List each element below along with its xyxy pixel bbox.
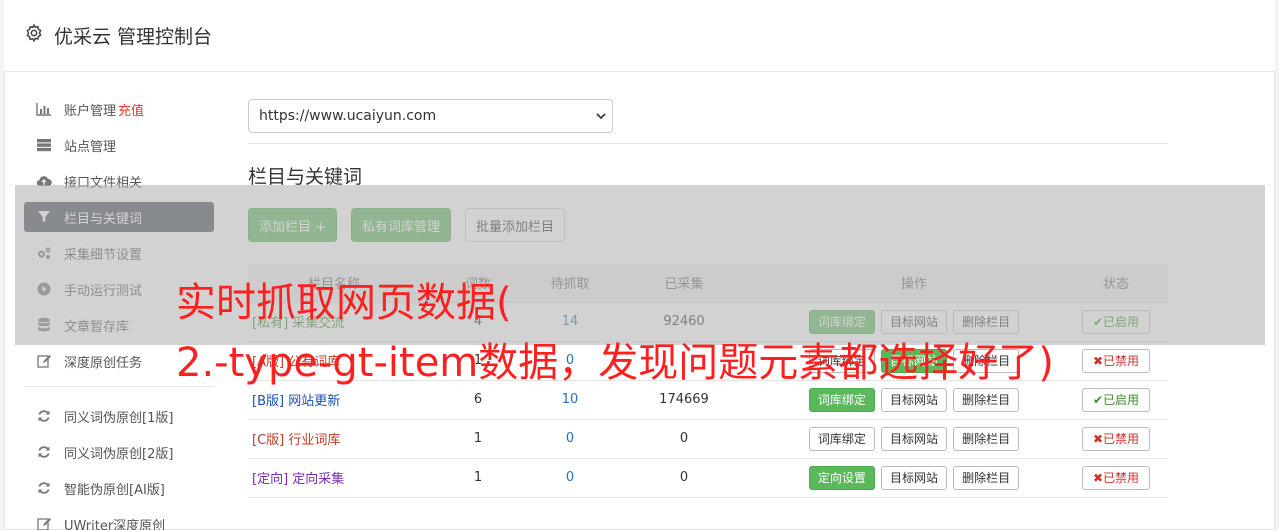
refresh-icon xyxy=(36,408,52,424)
column-header: 操作 xyxy=(764,264,1064,303)
operations-cell: 定向设置 目标网站 删除栏目 xyxy=(764,458,1064,498)
status-toggle[interactable]: ✖已禁用 xyxy=(1081,426,1151,451)
private-lexicon-button[interactable]: 私有词库管理 xyxy=(351,208,452,242)
target-site-button[interactable]: 目标网站 xyxy=(880,426,947,451)
column-name-cell[interactable]: [C版] 行业词库 xyxy=(248,419,420,459)
sidebar-item-label: 采集细节设置 xyxy=(64,247,143,263)
app-title: 优采云 管理控制台 xyxy=(54,26,213,48)
server-icon xyxy=(36,137,52,153)
edit-icon xyxy=(36,353,52,369)
refresh-icon xyxy=(36,480,52,496)
cogs-icon xyxy=(36,245,52,261)
target-site-button[interactable]: 目标网站 xyxy=(880,387,947,412)
sidebar-item-label: 站点管理 xyxy=(64,139,117,155)
sidebar-item-label: 深度原创任务 xyxy=(64,355,143,371)
top-header: 优采云 管理控制台 xyxy=(4,0,1275,72)
status-cell: ✔已启用 xyxy=(1064,380,1168,420)
collected-count: 0 xyxy=(604,419,764,459)
sidebar-item-ai-original[interactable]: 智能伪原创[AI版] xyxy=(24,473,214,503)
column-name: 网站更新 xyxy=(288,394,341,409)
refresh-icon xyxy=(36,444,52,460)
delete-column-button[interactable]: 删除栏目 xyxy=(953,387,1020,412)
play-circle-icon xyxy=(36,281,52,297)
sidebar-item-synonym-v2[interactable]: 同义词伪原创[2版] xyxy=(24,437,214,467)
bind-lexicon-button[interactable]: 词库绑定 xyxy=(808,426,875,451)
column-tag: [C版] xyxy=(252,433,285,448)
table-row: [定向] 定向采集 1 0 0 定向设置 目标网站 删除栏目 ✖已禁用 xyxy=(248,458,1168,498)
cloud-upload-icon xyxy=(36,173,52,189)
status-cell: ✖已禁用 xyxy=(1064,341,1168,381)
site-select-value: https://www.ucaiyun.com xyxy=(259,108,437,124)
status-cell: ✖已禁用 xyxy=(1064,458,1168,498)
sidebar-item-label: 同义词伪原创[2版] xyxy=(64,446,174,462)
sidebar-item-label: 手动运行测试 xyxy=(64,283,143,299)
column-name-cell[interactable]: [定向] 定向采集 xyxy=(248,458,420,498)
directional-settings-button[interactable]: 定向设置 xyxy=(808,465,875,490)
delete-column-button[interactable]: 删除栏目 xyxy=(953,426,1020,451)
sidebar-item-sites[interactable]: 站点管理 xyxy=(24,130,214,160)
bind-lexicon-button[interactable]: 词库绑定 xyxy=(808,387,875,412)
column-header: 已采集 xyxy=(604,264,764,303)
site-select[interactable]: https://www.ucaiyun.com xyxy=(248,99,613,133)
status-label: ✖已禁用 xyxy=(1092,470,1140,485)
sidebar-item-collect-settings[interactable]: 采集细节设置 xyxy=(24,238,214,268)
sidebar-item-uwriter[interactable]: UWriter深度原创 xyxy=(24,509,214,530)
column-header: 状态 xyxy=(1064,264,1168,303)
word-count: 1 xyxy=(420,419,536,459)
word-count: 1 xyxy=(420,458,536,498)
status-toggle[interactable]: ✔已启用 xyxy=(1081,309,1151,334)
status-label: ✖已禁用 xyxy=(1092,353,1140,368)
database-icon xyxy=(36,317,52,333)
sidebar-item-synonym-v1[interactable]: 同义词伪原创[1版] xyxy=(24,401,214,431)
divider xyxy=(248,143,1168,144)
table-row: [C版] 行业词库 1 0 0 词库绑定 目标网站 删除栏目 ✖已禁用 xyxy=(248,419,1168,459)
bar-chart-icon xyxy=(36,101,52,117)
watermark-caption-line1: 实时抓取网页数据( xyxy=(176,280,512,326)
sidebar-item-label: 同义词伪原创[1版] xyxy=(64,410,174,426)
pending-count[interactable]: 0 xyxy=(536,419,604,459)
status-toggle[interactable]: ✔已启用 xyxy=(1081,387,1151,412)
toolbar: 添加栏目 + 私有词库管理 批量添加栏目 xyxy=(248,208,566,242)
status-label: ✔已启用 xyxy=(1092,392,1140,407)
edit-icon xyxy=(36,516,52,530)
sidebar-item-label: 接口文件相关 xyxy=(64,175,143,191)
status-toggle[interactable]: ✖已禁用 xyxy=(1081,465,1151,490)
recharge-link[interactable]: 充值 xyxy=(118,100,144,119)
sidebar-item-interface[interactable]: 接口文件相关 xyxy=(24,166,214,196)
status-cell: ✔已启用 xyxy=(1064,302,1168,342)
watermark-caption-line2: 2.-type-gt-item数据，发现问题元素都选择好了) xyxy=(176,340,1054,386)
column-tag: [B版] xyxy=(252,394,285,409)
status-cell: ✖已禁用 xyxy=(1064,419,1168,459)
status-label: ✖已禁用 xyxy=(1092,431,1140,446)
sidebar-item-columns[interactable]: 栏目与关键词 xyxy=(24,202,214,232)
status-toggle[interactable]: ✖已禁用 xyxy=(1081,348,1151,373)
main-content: https://www.ucaiyun.com 栏目与关键词 添加栏目 + 私有… xyxy=(248,99,1168,498)
status-label: ✔已启用 xyxy=(1092,314,1140,329)
pending-count[interactable]: 0 xyxy=(536,458,604,498)
delete-column-button[interactable]: 删除栏目 xyxy=(953,465,1020,490)
column-name: 定向采集 xyxy=(292,472,345,487)
sidebar-item-account[interactable]: 账户管理 充值 xyxy=(24,94,214,124)
column-tag: [定向] xyxy=(252,472,289,487)
section-title: 栏目与关键词 xyxy=(248,166,363,188)
batch-add-column-button[interactable]: 批量添加栏目 xyxy=(465,208,566,242)
column-header: 待抓取 xyxy=(536,264,604,303)
sidebar-item-label: UWriter深度原创 xyxy=(64,518,166,530)
add-column-button[interactable]: 添加栏目 + xyxy=(248,208,338,242)
collected-count: 0 xyxy=(604,458,764,498)
target-site-button[interactable]: 目标网站 xyxy=(880,465,947,490)
filter-icon xyxy=(36,209,52,225)
sidebar-item-label: 智能伪原创[AI版] xyxy=(64,482,165,498)
chevron-down-icon xyxy=(596,113,606,120)
sidebar-item-label: 栏目与关键词 xyxy=(64,211,143,227)
sidebar-item-label: 文章暂存库 xyxy=(64,319,130,335)
column-name: 行业词库 xyxy=(288,433,341,448)
sidebar-item-label: 账户管理 xyxy=(64,103,117,119)
operations-cell: 词库绑定 目标网站 删除栏目 xyxy=(764,419,1064,459)
gear-icon xyxy=(26,23,42,43)
